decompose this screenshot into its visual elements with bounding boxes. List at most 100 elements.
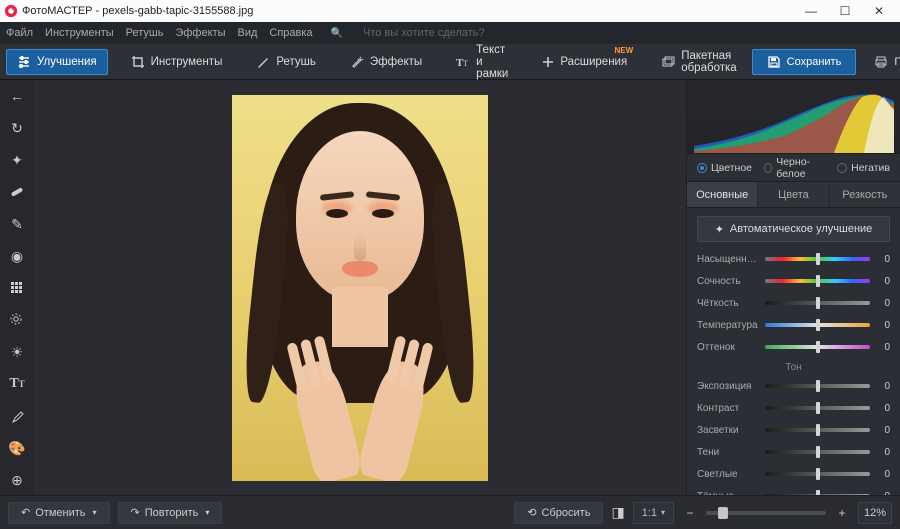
- slider-track[interactable]: [765, 345, 870, 349]
- tab-batch[interactable]: Пакетная обработка: [650, 49, 747, 75]
- slider-Чёткость[interactable]: Чёткость 0: [697, 292, 890, 314]
- rotate-icon[interactable]: ↻: [7, 118, 27, 138]
- slider-Экспозиция[interactable]: Экспозиция 0: [697, 375, 890, 397]
- slider-thumb[interactable]: [816, 490, 820, 495]
- slider-Тёмные[interactable]: Тёмные 0: [697, 485, 890, 495]
- auto-enhance-button[interactable]: ✦ Автоматическое улучшение: [697, 216, 890, 242]
- undo-button[interactable]: ↶Отменить▾: [8, 502, 110, 524]
- slider-value: 0: [874, 447, 890, 458]
- window-title: ФотоМАСТЕР - pexels-gabb-tapic-3155588.j…: [22, 5, 794, 17]
- tab-text-frames[interactable]: TT Текст и рамки: [445, 49, 519, 75]
- left-toolbar: ← ↻ ✦ ✎ ◉ ☀ TT 🎨 ⊕: [0, 80, 34, 495]
- zoom-percent[interactable]: 12%: [858, 502, 892, 524]
- tab-sharp[interactable]: Резкость: [830, 182, 900, 207]
- text-tool-icon[interactable]: TT: [7, 374, 27, 394]
- radio-on-icon: [697, 163, 707, 173]
- tab-extensions[interactable]: Расширения NEW: [531, 49, 638, 75]
- slider-Насыщенность[interactable]: Насыщенность 0: [697, 248, 890, 270]
- window-close-button[interactable]: ✕: [862, 4, 896, 18]
- command-search-input[interactable]: Что вы хотите сделать?: [363, 27, 485, 39]
- zoom-slider[interactable]: [706, 511, 826, 515]
- slider-track[interactable]: [765, 279, 870, 283]
- slider-track[interactable]: [765, 450, 870, 454]
- tab-enhancements[interactable]: Улучшения: [6, 49, 108, 75]
- eye-zoom-icon[interactable]: [7, 310, 27, 330]
- slider-track[interactable]: [765, 384, 870, 388]
- slider-thumb[interactable]: [816, 253, 820, 265]
- slider-track[interactable]: [765, 428, 870, 432]
- zoom-ratio[interactable]: 1:1▾: [633, 502, 674, 524]
- tone-section-title: Тон: [697, 358, 890, 375]
- slider-thumb[interactable]: [816, 275, 820, 287]
- palette-icon[interactable]: 🎨: [7, 438, 27, 458]
- tab-colors[interactable]: Цвета: [758, 182, 829, 207]
- reset-button[interactable]: ⟲Сбросить: [514, 502, 603, 524]
- window-minimize-button[interactable]: —: [794, 4, 828, 18]
- target-icon[interactable]: ⊕: [7, 470, 27, 490]
- slider-Температура[interactable]: Температура 0: [697, 314, 890, 336]
- slider-Контраст[interactable]: Контраст 0: [697, 397, 890, 419]
- wand-icon: [350, 55, 364, 69]
- slider-thumb[interactable]: [816, 446, 820, 458]
- undo-icon: ↶: [21, 506, 30, 519]
- sun-icon[interactable]: ☀: [7, 342, 27, 362]
- radial-icon[interactable]: ◉: [7, 246, 27, 266]
- canvas[interactable]: [34, 80, 686, 495]
- menu-help[interactable]: Справка: [269, 27, 312, 39]
- slider-thumb[interactable]: [816, 297, 820, 309]
- tab-label: Улучшения: [37, 56, 97, 68]
- mosaic-icon[interactable]: [7, 278, 27, 298]
- slider-thumb[interactable]: [816, 424, 820, 436]
- redo-button[interactable]: ↷Повторить▾: [118, 502, 223, 524]
- sliders-icon: [17, 55, 31, 69]
- app-logo-icon: [4, 4, 18, 18]
- slider-thumb[interactable]: [816, 341, 820, 353]
- mode-color[interactable]: Цветное: [697, 162, 752, 174]
- sparkle-icon[interactable]: ✦: [7, 150, 27, 170]
- tab-tools[interactable]: Инструменты: [120, 49, 234, 75]
- slider-value: 0: [874, 469, 890, 480]
- mode-negative[interactable]: Негатив: [837, 162, 890, 174]
- back-arrow-icon[interactable]: ←: [7, 86, 27, 106]
- menu-retouch[interactable]: Ретушь: [126, 27, 164, 39]
- slider-thumb[interactable]: [816, 402, 820, 414]
- compare-icon[interactable]: ◨: [611, 504, 624, 521]
- menu-view[interactable]: Вид: [237, 27, 257, 39]
- save-button[interactable]: Сохранить: [752, 49, 857, 75]
- dropper-icon[interactable]: [7, 406, 27, 426]
- zoom-out-button[interactable]: −: [682, 506, 698, 520]
- slider-thumb[interactable]: [816, 380, 820, 392]
- tab-label: Текст и рамки: [476, 44, 508, 80]
- histogram: [687, 80, 900, 154]
- window-maximize-button[interactable]: ☐: [828, 4, 862, 18]
- print-button[interactable]: Печать: [864, 49, 900, 75]
- tab-effects[interactable]: Эффекты: [339, 49, 433, 75]
- tab-label: Пакетная обработка: [681, 50, 736, 74]
- slider-Тени[interactable]: Тени 0: [697, 441, 890, 463]
- menu-tools[interactable]: Инструменты: [45, 27, 114, 39]
- slider-label: Засветки: [697, 425, 761, 436]
- tab-basic[interactable]: Основные: [687, 182, 758, 207]
- slider-track[interactable]: [765, 301, 870, 305]
- slider-track[interactable]: [765, 472, 870, 476]
- slider-Сочность[interactable]: Сочность 0: [697, 270, 890, 292]
- menu-effects[interactable]: Эффекты: [175, 27, 225, 39]
- slider-value: 0: [874, 425, 890, 436]
- menu-file[interactable]: Файл: [6, 27, 33, 39]
- slider-thumb[interactable]: [816, 468, 820, 480]
- radio-off-icon: [837, 163, 847, 173]
- slider-track[interactable]: [765, 323, 870, 327]
- slider-Оттенок[interactable]: Оттенок 0: [697, 336, 890, 358]
- slider-track[interactable]: [765, 494, 870, 495]
- slider-track[interactable]: [765, 406, 870, 410]
- slider-label: Контраст: [697, 403, 761, 414]
- zoom-in-button[interactable]: +: [834, 506, 850, 520]
- slider-track[interactable]: [765, 257, 870, 261]
- brush-tool-icon[interactable]: ✎: [7, 214, 27, 234]
- tab-retouch[interactable]: Ретушь: [245, 49, 327, 75]
- slider-Засветки[interactable]: Засветки 0: [697, 419, 890, 441]
- bandage-icon[interactable]: [7, 182, 27, 202]
- slider-Светлые[interactable]: Светлые 0: [697, 463, 890, 485]
- slider-thumb[interactable]: [816, 319, 820, 331]
- mode-bw[interactable]: Черно-белое: [764, 156, 825, 180]
